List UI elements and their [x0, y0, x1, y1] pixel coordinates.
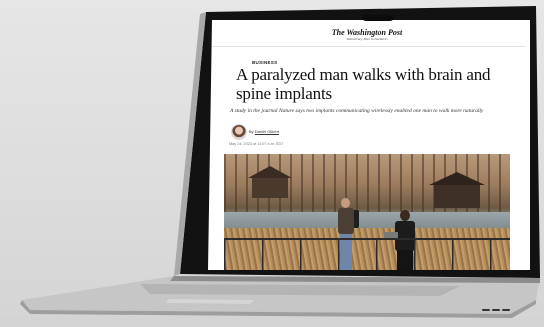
browser-viewport: The Washington Post Democracy Dies in Da… [208, 20, 530, 270]
photo-railing-bars [224, 238, 510, 270]
article-subheadline: A study in the journal Nature says two i… [230, 108, 484, 114]
photo-man-body [338, 208, 354, 234]
article-page: The Washington Post Democracy Dies in Da… [208, 20, 530, 270]
article-headline: A paralyzed man walks with brain and spi… [236, 65, 491, 103]
photo-man-head [341, 198, 350, 208]
port-icon [492, 308, 500, 311]
photo-house-left [248, 166, 292, 198]
header-divider [208, 46, 526, 47]
author-link[interactable]: Daniel Gilbert [255, 129, 279, 134]
laptop-ports [482, 298, 516, 311]
camera-notch-icon [362, 15, 394, 21]
publish-date: May 24, 2023 at 11:07 a.m. EDT [229, 142, 284, 146]
masthead-logo[interactable]: The Washington Post [208, 28, 526, 37]
masthead-tagline: Democracy Dies in Darkness [346, 37, 388, 41]
article-photo [224, 154, 510, 270]
keyboard-area [140, 284, 460, 296]
byline-prefix: By [249, 129, 254, 134]
author-avatar[interactable] [231, 124, 247, 140]
photo-house-right [429, 172, 485, 208]
scene: The Washington Post Democracy Dies in Da… [0, 0, 544, 327]
port-icon [502, 308, 510, 311]
photo-woman-head [400, 210, 410, 221]
byline: By Daniel Gilbert [249, 129, 279, 134]
port-icon [482, 308, 490, 311]
